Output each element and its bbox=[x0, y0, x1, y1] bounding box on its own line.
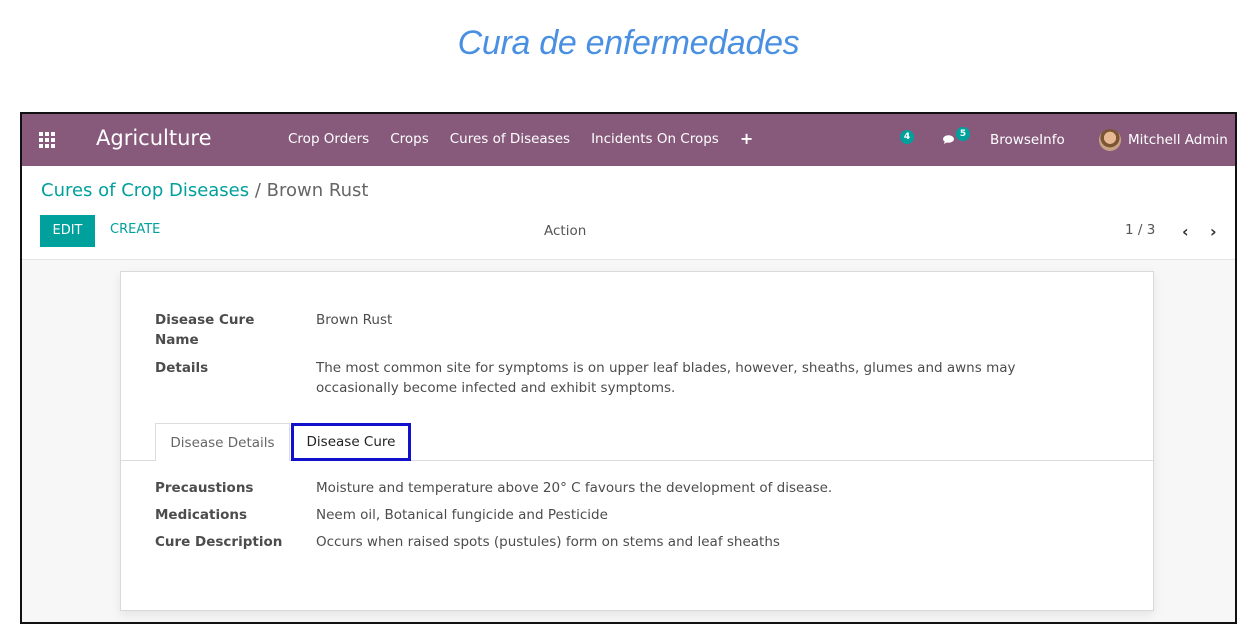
user-avatar[interactable] bbox=[1099, 129, 1121, 151]
edit-button[interactable]: EDIT bbox=[40, 215, 95, 247]
breadcrumb-current: Brown Rust bbox=[266, 180, 369, 201]
app-window: Agriculture Crop Orders Crops Cures of D… bbox=[20, 112, 1237, 624]
create-button[interactable]: CREATE bbox=[110, 222, 160, 237]
message-badge[interactable]: 5 bbox=[956, 127, 970, 141]
user-menu[interactable]: Mitchell Admin bbox=[1128, 132, 1228, 148]
breadcrumb-parent[interactable]: Cures of Crop Diseases bbox=[41, 180, 249, 201]
details-label: Details bbox=[155, 360, 209, 376]
medications-label: Medications bbox=[155, 507, 247, 523]
action-dropdown[interactable]: Action bbox=[544, 223, 586, 239]
page-heading: Cura de enfermedades bbox=[457, 24, 800, 62]
disease-cure-name-label: Disease Cure Name bbox=[155, 312, 255, 348]
pager-value[interactable]: 1 / 3 bbox=[1125, 222, 1155, 238]
disease-cure-name-value: Brown Rust bbox=[316, 312, 393, 328]
menu-incidents-on-crops[interactable]: Incidents On Crops bbox=[591, 131, 719, 148]
medications-value: Neem oil, Botanical fungicide and Pestic… bbox=[316, 507, 608, 523]
cure-description-value: Occurs when raised spots (pustules) form… bbox=[316, 534, 780, 550]
precautions-value: Moisture and temperature above 20° C fav… bbox=[316, 480, 833, 496]
details-value: The most common site for symptoms is on … bbox=[316, 360, 1016, 396]
tab-disease-cure[interactable]: Disease Cure bbox=[291, 423, 411, 461]
apps-menu-icon[interactable] bbox=[39, 132, 55, 148]
breadcrumb: Cures of Crop Diseases / Brown Rust bbox=[41, 180, 368, 201]
activity-badge[interactable]: 4 bbox=[900, 130, 914, 144]
form-sheet: Disease Cure Name Brown Rust Details The… bbox=[120, 271, 1154, 611]
app-brand[interactable]: Agriculture bbox=[96, 126, 212, 150]
pager-next-icon[interactable]: › bbox=[1210, 222, 1217, 241]
tab-disease-details[interactable]: Disease Details bbox=[155, 423, 290, 461]
top-navbar: Agriculture Crop Orders Crops Cures of D… bbox=[22, 114, 1235, 166]
company-switcher[interactable]: BrowseInfo bbox=[990, 132, 1065, 148]
add-menu-icon[interactable]: + bbox=[740, 129, 753, 148]
breadcrumb-separator: / bbox=[249, 180, 267, 201]
chat-icon[interactable] bbox=[943, 135, 954, 144]
main-menu: Crop Orders Crops Cures of Diseases Inci… bbox=[288, 129, 774, 148]
menu-crops[interactable]: Crops bbox=[390, 131, 429, 148]
pager-previous-icon[interactable]: ‹ bbox=[1182, 222, 1189, 241]
menu-cures-of-diseases[interactable]: Cures of Diseases bbox=[450, 131, 570, 148]
cure-description-label: Cure Description bbox=[155, 534, 283, 550]
precautions-label: Precaustions bbox=[155, 480, 254, 496]
menu-crop-orders[interactable]: Crop Orders bbox=[288, 131, 369, 148]
